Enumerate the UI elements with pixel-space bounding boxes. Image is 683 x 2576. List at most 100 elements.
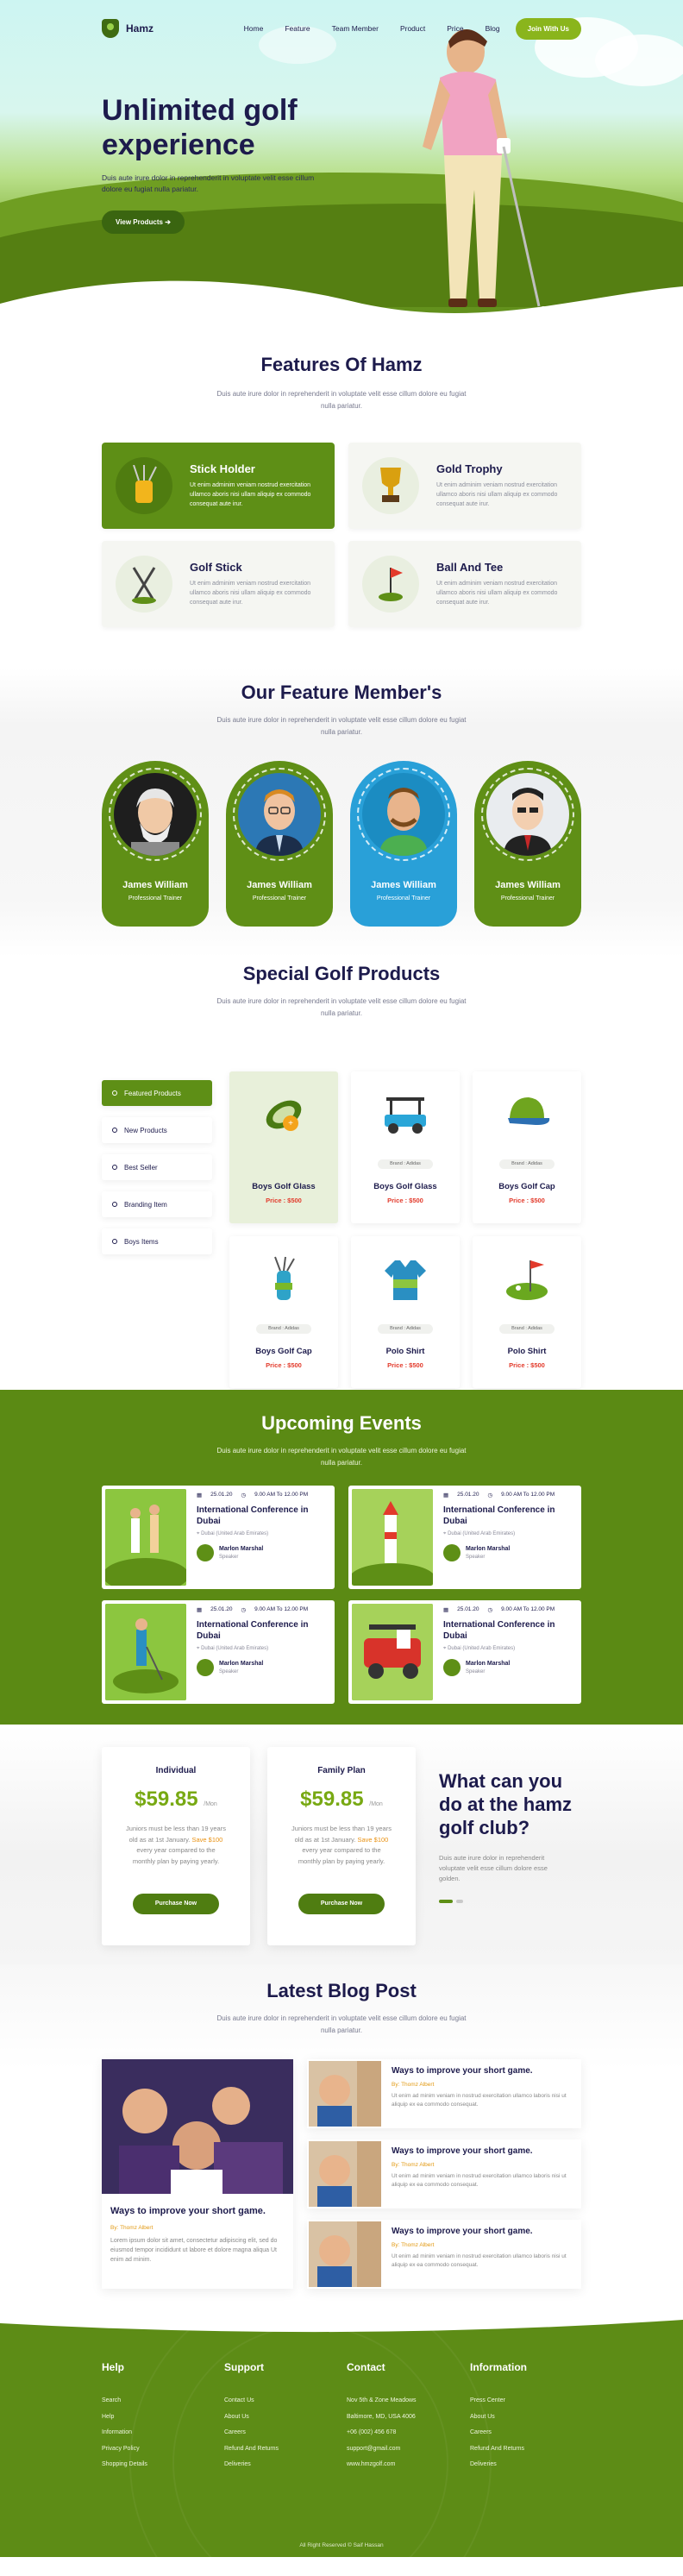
product-price: Price : $500 xyxy=(387,1197,423,1204)
blog-side-title[interactable]: Ways to improve your short game. xyxy=(392,2146,573,2156)
category-new[interactable]: New Products xyxy=(102,1117,212,1143)
category-label: Boys Items xyxy=(124,1237,159,1246)
product-card[interactable]: + Boys Golf Glass Price : $500 xyxy=(229,1071,338,1223)
blog-side-card[interactable]: Ways to improve your short game. By: Thom… xyxy=(307,2059,581,2128)
view-products-button[interactable]: View Products ➔ xyxy=(102,210,185,234)
event-time: 9.00 AM To 12.00 PM xyxy=(254,1606,309,1612)
golfer-illustration xyxy=(423,29,548,315)
purchase-button[interactable]: Purchase Now xyxy=(133,1894,219,1914)
feature-card[interactable]: Ball And Tee Ut enim adminim veniam nost… xyxy=(348,541,581,627)
category-boys[interactable]: Boys Items xyxy=(102,1228,212,1254)
product-card[interactable]: Brand : Adidas Boys Golf Cap Price : $50… xyxy=(473,1071,581,1223)
nav-link-blog[interactable]: Blog xyxy=(486,24,500,33)
hero-description: Duis aute irure dolor in reprehenderit i… xyxy=(102,173,315,193)
product-brand: Brand : Adidas xyxy=(256,1324,311,1334)
footer-link[interactable]: Search xyxy=(102,2397,147,2403)
event-body: ▦ 25.01.20 ◷ 9.00 AM To 12.00 PM Internatio… xyxy=(436,1486,581,1589)
event-card[interactable]: ▦ 25.01.20 ◷ 9.00 AM To 12.00 PM Internatio… xyxy=(348,1486,581,1589)
feature-card[interactable]: Stick Holder Ut enim adminim veniam nost… xyxy=(102,443,335,529)
plan-period: /Mon xyxy=(369,1801,383,1807)
copyright: All Right Reserved © Saif Hassan xyxy=(299,2542,384,2548)
category-branding[interactable]: Branding Item xyxy=(102,1191,212,1217)
nav-link-feature[interactable]: Feature xyxy=(285,24,310,33)
category-label: Best Seller xyxy=(124,1163,158,1172)
member-card[interactable]: James William Professional Trainer xyxy=(226,761,333,927)
event-title: International Conference in Dubai xyxy=(443,1505,555,1526)
event-card[interactable]: ▦ 25.01.20 ◷ 9.00 AM To 12.00 PM Internatio… xyxy=(102,1486,335,1589)
purchase-button[interactable]: Purchase Now xyxy=(298,1894,385,1914)
calendar-icon: ▦ xyxy=(443,1607,449,1613)
slider-dots[interactable] xyxy=(439,1900,586,1903)
footer-link[interactable]: About Us xyxy=(224,2414,279,2420)
feature-card-body: Gold Trophy Ut enim adminim veniam nostr… xyxy=(436,462,567,509)
footer-contact-website[interactable]: www.hmzgolf.com xyxy=(347,2461,417,2467)
footer-link[interactable]: Refund And Returns xyxy=(470,2446,527,2452)
footer-contact-phone[interactable]: +06 (002) 456 678 xyxy=(347,2429,417,2435)
category-best-seller[interactable]: Best Seller xyxy=(102,1154,212,1180)
blog-side-body: Ways to improve your short game. By: Thom… xyxy=(383,2139,581,2208)
member-role: Professional Trainer xyxy=(500,895,555,902)
slider-dot[interactable] xyxy=(456,1900,463,1903)
feature-card[interactable]: Golf Stick Ut enim adminim veniam nostru… xyxy=(102,541,335,627)
footer-col-title: Help xyxy=(102,2361,125,2373)
nav-menu: Home Feature Team Member Product Price B… xyxy=(244,24,500,33)
products-description: Duis aute irure dolor in reprehenderit i… xyxy=(216,997,467,1017)
product-price: Price : $500 xyxy=(387,1361,423,1369)
footer-link[interactable]: Deliveries xyxy=(470,2461,527,2467)
polo-shirt-icon xyxy=(385,1260,426,1300)
footer-link[interactable]: Privacy Policy xyxy=(102,2446,147,2452)
member-role: Professional Trainer xyxy=(128,895,183,902)
calendar-icon: ▦ xyxy=(443,1492,449,1498)
plan-desc-post: every year compared to the monthly plan … xyxy=(298,1846,385,1865)
feature-text: Ut enim adminim veniam nostrud exercitat… xyxy=(436,482,558,507)
product-card[interactable]: Brand : Adidas Polo Shirt Price : $500 xyxy=(351,1236,460,1388)
product-name: Boys Golf Glass xyxy=(252,1182,316,1191)
blog-side-title[interactable]: Ways to improve your short game. xyxy=(392,2066,573,2076)
member-avatar xyxy=(486,773,569,856)
footer-link[interactable]: Help xyxy=(102,2414,147,2420)
nav-link-team-member[interactable]: Team Member xyxy=(332,24,379,33)
calendar-icon: ▦ xyxy=(197,1607,203,1613)
blog-side-title[interactable]: Ways to improve your short game. xyxy=(392,2227,573,2236)
brand-logo[interactable]: Hamz xyxy=(102,19,154,38)
join-button[interactable]: Join With Us xyxy=(515,17,581,40)
golf-glove-icon: + xyxy=(266,1100,302,1131)
member-name: James William xyxy=(495,880,561,890)
product-card[interactable]: Brand : Adidas Boys Golf Glass Price : $… xyxy=(351,1071,460,1223)
feature-card[interactable]: Gold Trophy Ut enim adminim veniam nostr… xyxy=(348,443,581,529)
member-card[interactable]: James William Professional Trainer xyxy=(350,761,457,927)
blog-main-title[interactable]: Ways to improve your short game. xyxy=(110,2206,285,2216)
events-grid: ▦ 25.01.20 ◷ 9.00 AM To 12.00 PM Internatio… xyxy=(102,1486,581,1704)
event-time: 9.00 AM To 12.00 PM xyxy=(501,1492,555,1498)
nav-link-product[interactable]: Product xyxy=(400,24,425,33)
blog-main-card[interactable]: Ways to improve your short game. By: Tho… xyxy=(102,2059,293,2289)
nav-link-home[interactable]: Home xyxy=(244,24,264,33)
member-card[interactable]: James William Professional Trainer xyxy=(102,761,209,927)
blog-side-card[interactable]: Ways to improve your short game. By: Thom… xyxy=(307,2220,581,2289)
footer-link[interactable]: Deliveries xyxy=(224,2461,279,2467)
nav-link-price[interactable]: Price xyxy=(447,24,463,33)
footer-link[interactable]: Careers xyxy=(470,2429,527,2435)
location-pin-icon: ⌖ xyxy=(197,1646,200,1651)
shield-logo-icon xyxy=(102,19,119,38)
footer-link[interactable]: Shopping Details xyxy=(102,2461,147,2467)
footer-link[interactable]: Careers xyxy=(224,2429,279,2435)
footer-link[interactable]: Information xyxy=(102,2429,147,2435)
footer-link[interactable]: Press Center xyxy=(470,2397,527,2403)
feature-text: Ut enim adminim veniam nostrud exercitat… xyxy=(190,581,311,606)
footer-link[interactable]: Refund And Returns xyxy=(224,2446,279,2452)
footer-contact-email[interactable]: support@gmail.com xyxy=(347,2446,417,2452)
event-card[interactable]: ▦ 25.01.20 ◷ 9.00 AM To 12.00 PM Internatio… xyxy=(102,1600,335,1704)
blog-side-card[interactable]: Ways to improve your short game. By: Thom… xyxy=(307,2139,581,2208)
product-card[interactable]: Brand : Adidas Polo Shirt Price : $500 xyxy=(473,1236,581,1388)
product-card[interactable]: Brand : Adidas Boys Golf Cap Price : $50… xyxy=(229,1236,338,1388)
speaker-info: Marlon Marshal Speaker xyxy=(219,1661,263,1674)
category-list: Featured Products New Products Best Sell… xyxy=(102,1080,212,1266)
slider-dot-active[interactable] xyxy=(439,1900,453,1903)
cloud-shape xyxy=(595,35,683,86)
footer-link[interactable]: Contact Us xyxy=(224,2397,279,2403)
category-featured[interactable]: Featured Products xyxy=(102,1080,212,1106)
event-card[interactable]: ▦ 25.01.20 ◷ 9.00 AM To 12.00 PM Internatio… xyxy=(348,1600,581,1704)
footer-link[interactable]: About Us xyxy=(470,2414,527,2420)
member-card[interactable]: James William Professional Trainer xyxy=(474,761,581,927)
